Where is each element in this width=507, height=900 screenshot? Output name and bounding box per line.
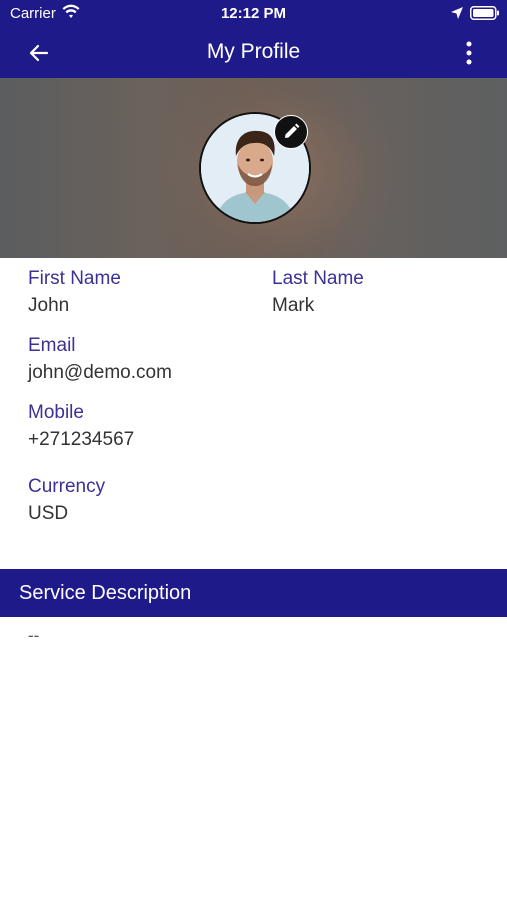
first-name-value: John (28, 295, 70, 316)
pencil-icon (285, 123, 300, 138)
mobile-value: +271234567 (28, 429, 135, 450)
email-label: Email (28, 335, 76, 356)
email-value: john@demo.com (28, 362, 172, 383)
edit-avatar-button[interactable] (274, 115, 308, 149)
last-name-label: Last Name (272, 268, 364, 289)
page-title: My Profile (206, 40, 301, 63)
mobile-label: Mobile (28, 402, 84, 423)
service-description-value: -- (28, 626, 40, 645)
currency-value: USD (28, 503, 69, 524)
currency-label: Currency (28, 476, 106, 497)
battery-icon (470, 6, 499, 20)
last-name-value: Mark (272, 295, 315, 316)
location-arrow-icon (451, 7, 463, 19)
app-bar: My Profile (0, 28, 507, 78)
status-time: 12:12 PM (220, 5, 287, 22)
status-bar: Carrier 12:12 PM (0, 0, 507, 28)
more-vertical-icon[interactable] (459, 40, 479, 66)
service-description-title: Service Description (19, 582, 192, 604)
service-description-header: Service Description (0, 569, 507, 617)
first-name-label: First Name (28, 268, 121, 289)
